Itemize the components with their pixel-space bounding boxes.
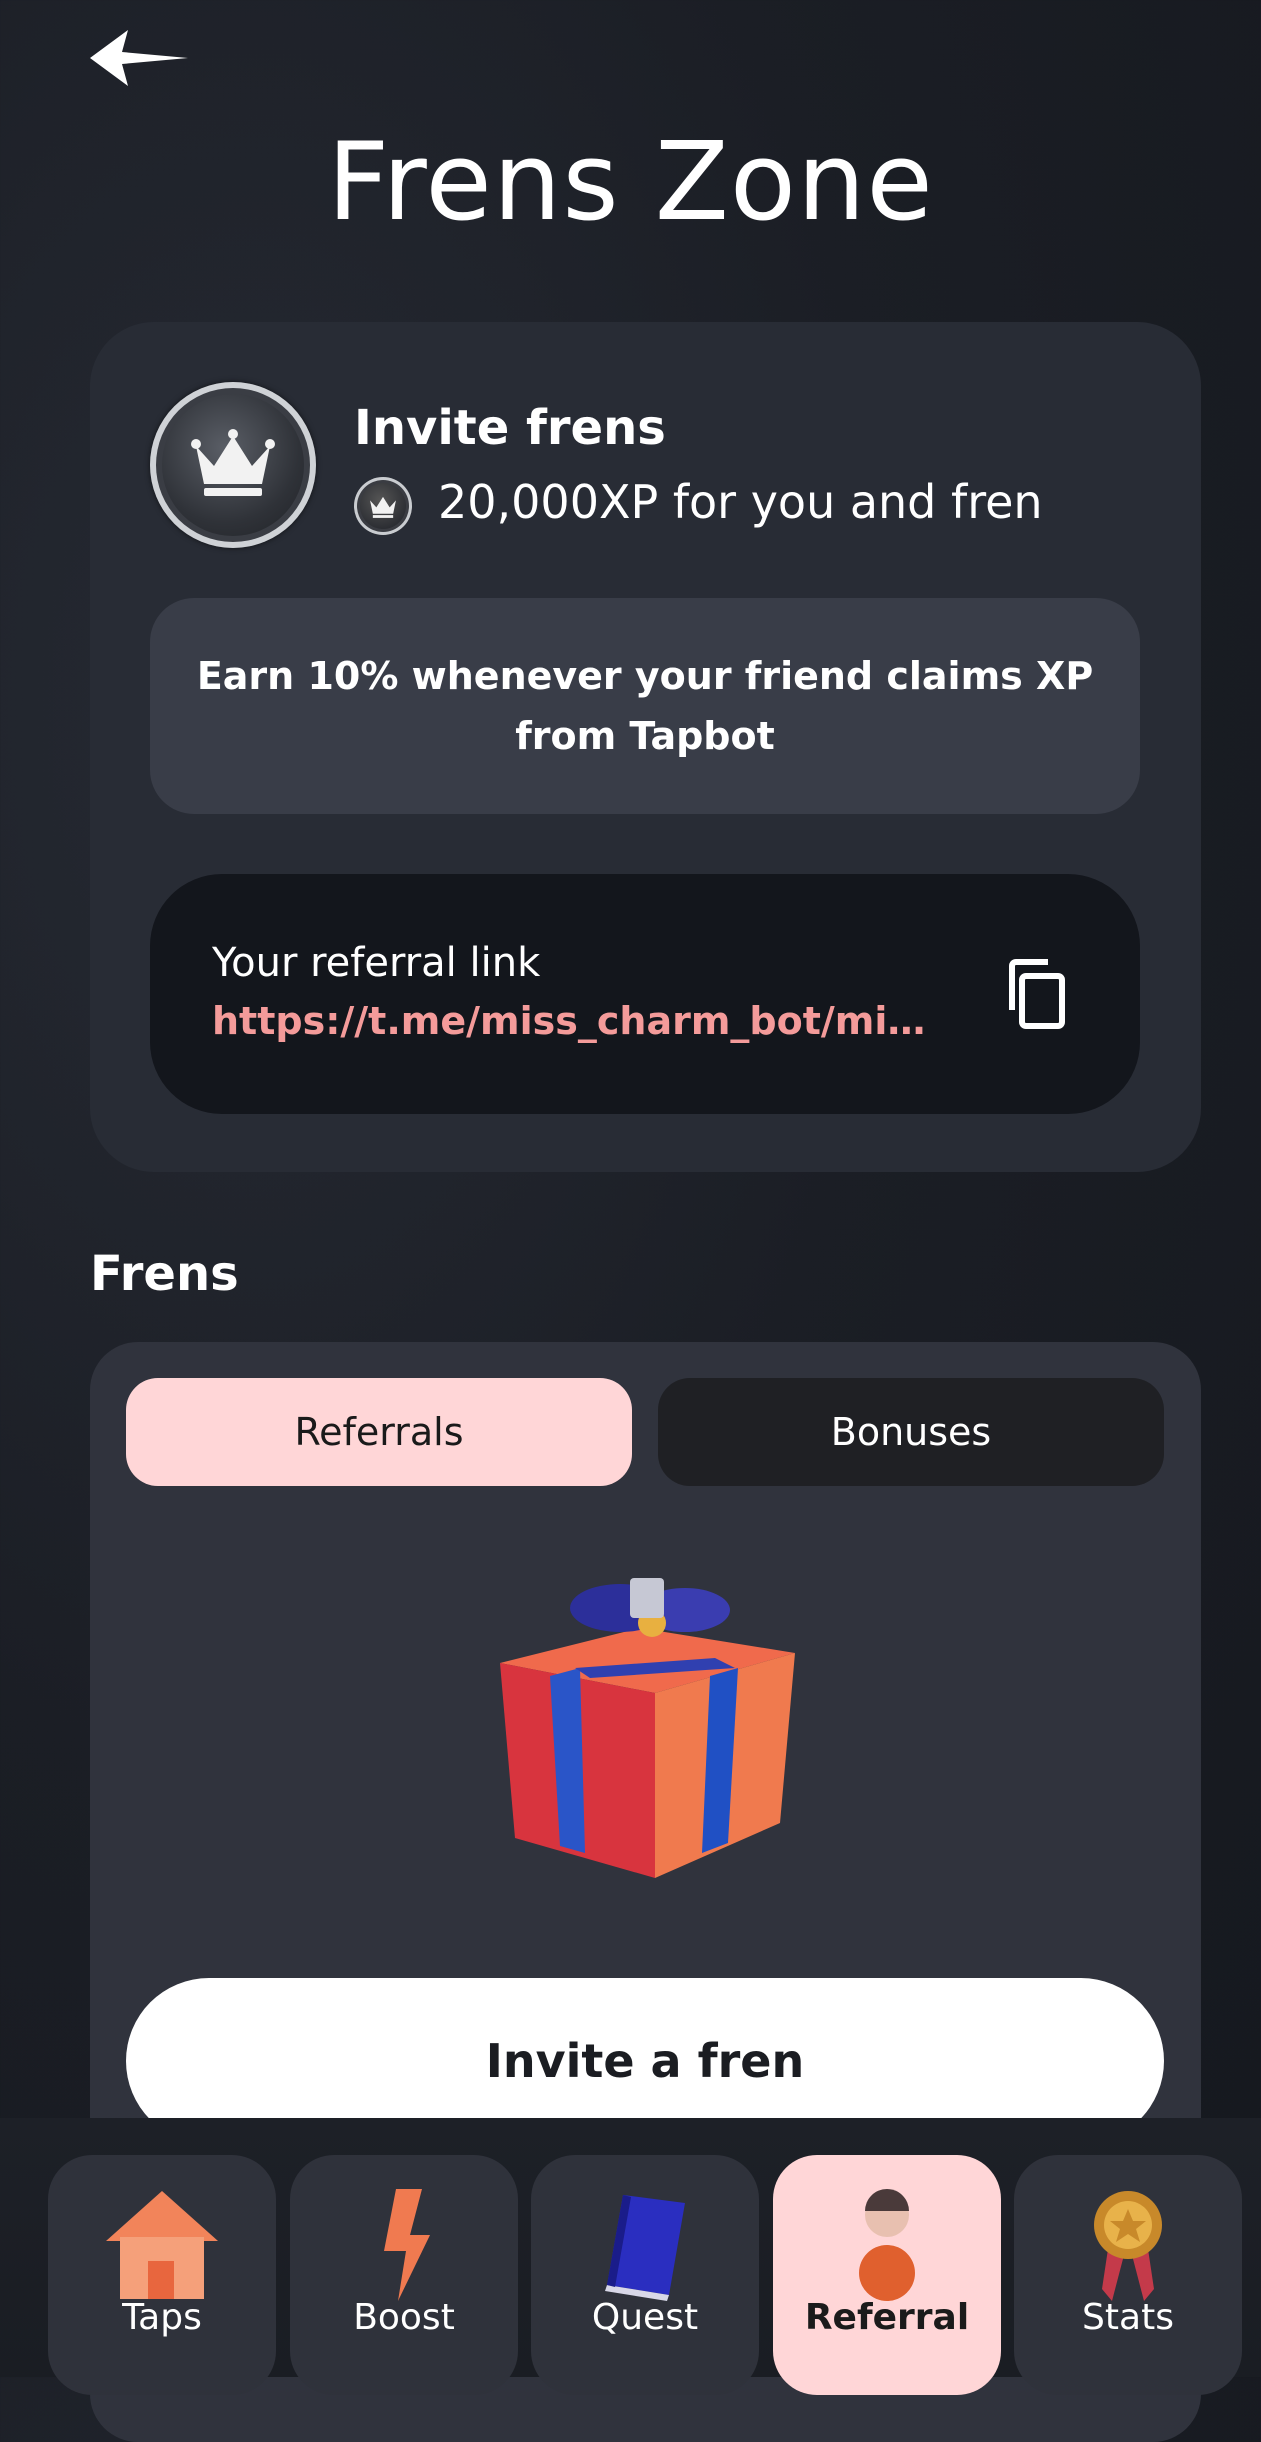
nav-label-referral: Referral xyxy=(804,2297,970,2338)
back-button[interactable] xyxy=(88,28,192,88)
nav-item-taps[interactable]: Taps xyxy=(48,2155,276,2395)
referral-link-label: Your referral link xyxy=(212,940,541,986)
frens-heading: Frens xyxy=(90,1246,239,1302)
nav-label-taps: Taps xyxy=(122,2297,202,2338)
bottom-nav: Taps Boost Quest Referral Stats xyxy=(0,2155,1261,2395)
copy-button[interactable] xyxy=(998,956,1074,1032)
page-title: Frens Zone xyxy=(327,120,934,245)
reward-text: 20,000XP for you and fren xyxy=(438,475,1043,529)
medal-icon xyxy=(1094,2191,1162,2301)
tab-bonuses[interactable]: Bonuses xyxy=(658,1378,1164,1486)
back-arrow-icon xyxy=(90,30,188,86)
crown-icon xyxy=(150,382,316,548)
book-icon xyxy=(605,2195,685,2301)
invite-card: Invite frens 20,000XP for you and fren E… xyxy=(90,322,1201,1172)
lightning-icon xyxy=(384,2189,430,2301)
tab-referrals[interactable]: Referrals xyxy=(126,1378,632,1486)
person-icon xyxy=(859,2189,915,2301)
nav-item-stats[interactable]: Stats xyxy=(1014,2155,1242,2395)
nav-label-boost: Boost xyxy=(353,2297,455,2338)
nav-item-boost[interactable]: Boost xyxy=(290,2155,518,2395)
nav-item-referral[interactable]: Referral xyxy=(773,2155,1001,2395)
nav-item-quest[interactable]: Quest xyxy=(531,2155,759,2395)
nav-label-stats: Stats xyxy=(1082,2297,1174,2338)
invite-title: Invite frens xyxy=(354,400,666,456)
xp-coin-icon xyxy=(354,477,412,535)
earn-info-text: Earn 10% whenever your friend claims XP … xyxy=(196,654,1094,758)
copy-icon xyxy=(1009,959,1065,1029)
nav-label-quest: Quest xyxy=(591,2297,699,2338)
referral-link-url[interactable]: https://t.me/miss_charm_bot/missc... xyxy=(212,999,942,1043)
gift-icon xyxy=(480,1568,810,1892)
referral-link-box: Your referral link https://t.me/miss_cha… xyxy=(150,874,1140,1114)
house-icon xyxy=(106,2191,218,2299)
earn-info-box: Earn 10% whenever your friend claims XP … xyxy=(150,598,1140,814)
